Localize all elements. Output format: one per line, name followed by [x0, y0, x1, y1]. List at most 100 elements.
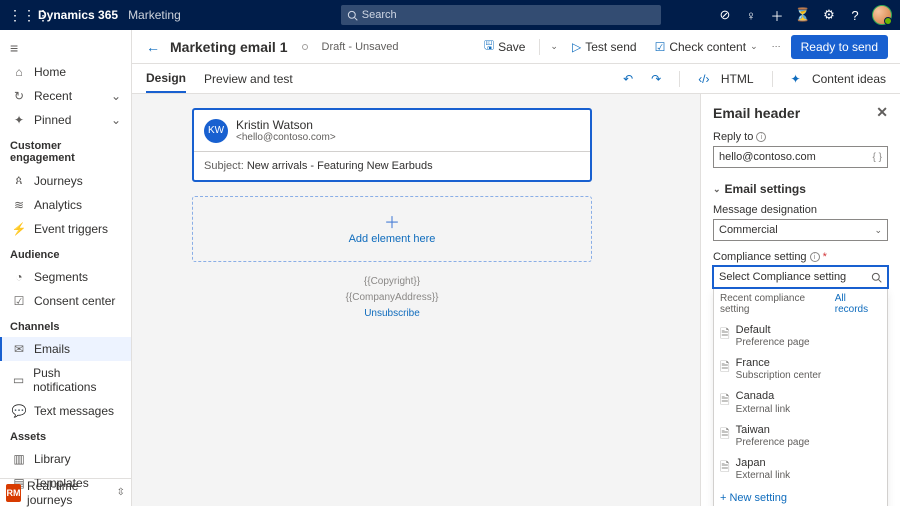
- reply-to-input[interactable]: hello@contoso.com { }: [713, 146, 888, 168]
- record-icon: 🗎: [720, 358, 730, 382]
- overflow-icon[interactable]: ⋯: [772, 41, 781, 52]
- save-icon: 🖫: [484, 36, 494, 57]
- close-icon[interactable]: ✕: [876, 104, 888, 121]
- help-icon[interactable]: ?: [842, 8, 868, 23]
- nav-analytics[interactable]: ≋Analytics: [0, 193, 131, 217]
- nav-text[interactable]: 💬Text messages: [0, 399, 131, 423]
- nav-pinned[interactable]: ✦Pinned⌄: [0, 108, 131, 132]
- email-footer: {{Copyright}} {{CompanyAddress}} Unsubsc…: [192, 274, 592, 322]
- designation-label: Message designation: [713, 204, 888, 216]
- properties-panel: Email header ✕ Reply toi hello@contoso.c…: [700, 94, 900, 506]
- hamburger-icon[interactable]: ≡: [0, 36, 131, 60]
- group-assets: Assets: [0, 423, 131, 447]
- sender-avatar: KW: [204, 119, 228, 143]
- record-icon: 🗎: [720, 458, 730, 482]
- chevron-down-icon: ⌄: [111, 113, 121, 127]
- undo-button[interactable]: ↶: [623, 72, 633, 86]
- panel-title: Email header: [713, 105, 800, 121]
- plus-icon: ＋: [384, 213, 400, 229]
- unsubscribe-link[interactable]: Unsubscribe: [192, 306, 592, 322]
- back-icon[interactable]: ←: [146, 39, 160, 55]
- push-icon: ▭: [12, 373, 25, 387]
- test-send-button[interactable]: ▷Test send: [568, 40, 641, 54]
- nav-recent[interactable]: ↻Recent⌄: [0, 84, 131, 108]
- library-icon: ▥: [12, 452, 26, 466]
- clock-icon: ↻: [12, 89, 26, 103]
- check-content-button[interactable]: ☑Check content⌄: [651, 40, 762, 54]
- global-search[interactable]: Search: [341, 5, 661, 25]
- nav-journeys[interactable]: ጰJourneys: [0, 168, 131, 193]
- compliance-dropdown: Recent compliance setting All records 🗎D…: [713, 288, 888, 506]
- segment-icon: ◔: [12, 270, 26, 284]
- nav-home[interactable]: ⌂Home: [0, 60, 131, 84]
- compliance-option[interactable]: 🗎CanadaExternal link: [714, 386, 887, 419]
- save-button[interactable]: 🖫Save: [480, 36, 530, 57]
- info-icon[interactable]: i: [756, 132, 766, 142]
- subject-label: Subject:: [204, 160, 244, 172]
- sender-row: KW Kristin Watson <hello@contoso.com>: [194, 110, 590, 151]
- ready-to-send-button[interactable]: Ready to send: [791, 35, 888, 59]
- idea-icon[interactable]: ♀: [738, 8, 764, 23]
- content-ideas-button[interactable]: ✦ Content ideas: [791, 72, 886, 86]
- tab-bar: Design Preview and test ↶ ↷ ‹/› HTML ✦ C…: [132, 64, 900, 94]
- dropdown-recent-label: Recent compliance setting: [720, 293, 835, 315]
- info-icon[interactable]: i: [810, 252, 820, 262]
- compliance-label: Compliance setting: [713, 251, 807, 263]
- compliance-option[interactable]: 🗎JapanExternal link: [714, 453, 887, 486]
- subject-row[interactable]: Subject: New arrivals - Featuring New Ea…: [194, 151, 590, 180]
- token-icon[interactable]: { }: [873, 152, 882, 163]
- area-badge: RM: [6, 484, 21, 502]
- add-icon[interactable]: ＋: [764, 6, 790, 25]
- sender-email: <hello@contoso.com>: [236, 132, 336, 143]
- search-icon: [347, 10, 358, 21]
- filter-icon[interactable]: ⏳: [790, 7, 816, 23]
- compliance-select[interactable]: Select Compliance setting: [713, 266, 888, 288]
- chart-icon: ≋: [12, 198, 26, 212]
- nav-triggers[interactable]: ⚡Event triggers: [0, 217, 131, 241]
- tab-preview[interactable]: Preview and test: [204, 66, 293, 92]
- trigger-icon: ⚡: [12, 222, 26, 236]
- settings-icon[interactable]: ⚙: [816, 7, 842, 23]
- chevron-down-icon: ⌄: [874, 225, 882, 236]
- tab-design[interactable]: Design: [146, 65, 186, 93]
- nav-emails[interactable]: ✉Emails: [0, 337, 131, 361]
- group-audience: Audience: [0, 241, 131, 265]
- record-icon: 🗎: [720, 391, 730, 415]
- nav-push[interactable]: ▭Push notifications: [0, 361, 131, 399]
- record-icon: 🗎: [720, 425, 730, 449]
- redo-button[interactable]: ↷: [651, 72, 661, 86]
- designation-select[interactable]: Commercial⌄: [713, 219, 888, 241]
- save-split[interactable]: ⌄: [550, 41, 558, 52]
- all-records-link[interactable]: All records: [835, 293, 881, 315]
- compliance-option[interactable]: 🗎DefaultPreference page: [714, 320, 887, 353]
- expand-icon: ⇳: [117, 487, 125, 498]
- nav-consent[interactable]: ☑Consent center: [0, 289, 131, 313]
- user-avatar[interactable]: [872, 5, 892, 25]
- command-bar: ← Marketing email 1 Draft - Unsaved 🖫Sav…: [132, 30, 900, 64]
- area-picker[interactable]: RM Real-time journeys ⇳: [0, 478, 131, 506]
- email-canvas: KW Kristin Watson <hello@contoso.com> Su…: [132, 94, 700, 506]
- nav-segments[interactable]: ◔Segments: [0, 265, 131, 289]
- app-launcher-icon[interactable]: ⋮⋮⋮: [8, 7, 32, 24]
- chevron-down-icon: ⌄: [713, 184, 721, 195]
- subject-value: New arrivals - Featuring New Earbuds: [247, 160, 433, 172]
- assist-icon[interactable]: ⊘: [712, 7, 738, 23]
- compliance-option[interactable]: 🗎TaiwanPreference page: [714, 420, 887, 453]
- email-settings-section[interactable]: ⌄Email settings: [713, 182, 888, 196]
- search-icon: [871, 272, 882, 283]
- journey-icon: ጰ: [12, 173, 26, 188]
- record-icon: 🗎: [720, 325, 730, 349]
- main: ← Marketing email 1 Draft - Unsaved 🖫Sav…: [132, 30, 900, 506]
- html-button[interactable]: ‹/› HTML: [698, 72, 753, 86]
- add-element-zone[interactable]: ＋ Add element here: [192, 196, 592, 262]
- new-setting-link[interactable]: + New setting: [714, 486, 887, 506]
- home-icon: ⌂: [12, 65, 26, 79]
- compliance-option[interactable]: 🗎FranceSubscription center: [714, 353, 887, 386]
- brand: Dynamics 365: [38, 8, 118, 22]
- nav-library[interactable]: ▥Library: [0, 447, 131, 471]
- send-icon: ▷: [572, 40, 581, 54]
- email-header-card[interactable]: KW Kristin Watson <hello@contoso.com> Su…: [192, 108, 592, 182]
- brand-sub: Marketing: [128, 8, 181, 22]
- sms-icon: 💬: [12, 404, 26, 418]
- group-channels: Channels: [0, 313, 131, 337]
